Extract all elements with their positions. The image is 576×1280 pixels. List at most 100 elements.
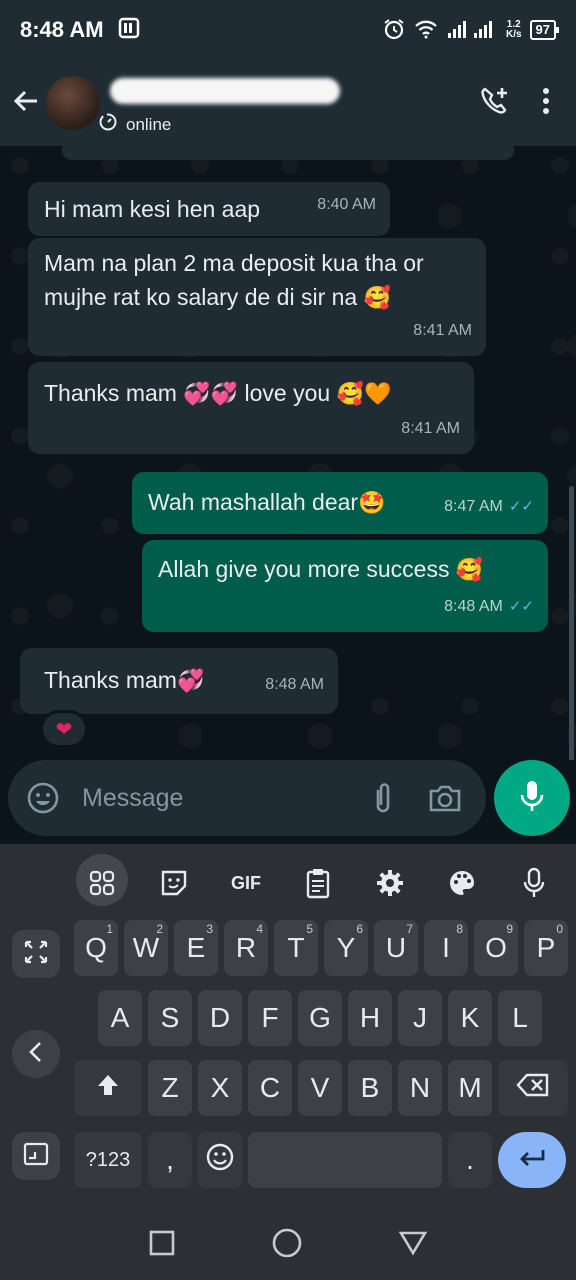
backspace-key[interactable] — [498, 1060, 568, 1116]
key-i[interactable]: I8 — [424, 920, 468, 976]
key-s[interactable]: S — [148, 990, 192, 1046]
key-hint: 5 — [306, 922, 313, 936]
gif-button[interactable]: GIF — [210, 855, 282, 911]
message-emoji: 💞💞 — [183, 382, 239, 407]
incoming-message[interactable]: Thanks mam💞 8:48 AM — [20, 648, 338, 714]
symbols-key[interactable]: ?123 — [74, 1132, 142, 1188]
chat-header: online — [0, 60, 576, 146]
theme-palette-icon[interactable] — [426, 855, 498, 911]
home-button[interactable] — [271, 1227, 303, 1264]
keyboard-float-button[interactable] — [12, 1132, 60, 1180]
nav-back-button[interactable] — [398, 1230, 428, 1261]
keyboard-mic-icon[interactable] — [498, 855, 570, 911]
key-l[interactable]: L — [498, 990, 542, 1046]
chat-scrollbar[interactable] — [569, 486, 574, 760]
add-call-icon[interactable] — [478, 85, 510, 122]
voice-message-button[interactable] — [494, 760, 570, 836]
keyboard-collapse-button[interactable] — [12, 1030, 60, 1078]
key-u[interactable]: U7 — [374, 920, 418, 976]
message-time: 8:48 AM — [444, 598, 503, 615]
chat-messages[interactable]: Hi mam kesi hen aap 8:40 AM Mam na plan … — [0, 146, 576, 760]
recent-apps-button[interactable] — [148, 1229, 176, 1262]
key-p[interactable]: P0 — [524, 920, 568, 976]
key-label: U — [385, 932, 407, 963]
key-q[interactable]: Q1 — [74, 920, 118, 976]
message-input-box[interactable]: Message — [8, 760, 486, 836]
key-label: E — [186, 932, 206, 963]
emoji-icon[interactable] — [18, 773, 68, 823]
shift-key[interactable] — [74, 1060, 142, 1116]
key-h[interactable]: H — [348, 990, 392, 1046]
settings-gear-icon[interactable] — [354, 855, 426, 911]
more-options-icon[interactable] — [542, 87, 550, 120]
keyboard-resize-button[interactable] — [12, 930, 60, 978]
back-button[interactable] — [0, 60, 52, 146]
key-c[interactable]: C — [248, 1060, 292, 1116]
key-z[interactable]: Z — [148, 1060, 192, 1116]
battery-indicator: 97 — [529, 20, 560, 40]
emoji-key[interactable] — [198, 1132, 242, 1188]
key-hint: 3 — [206, 922, 213, 936]
avatar[interactable] — [46, 76, 100, 130]
status-bar: 8:48 AM 1.2 K/s 97 — [0, 0, 576, 60]
period-key[interactable]: . — [448, 1132, 492, 1188]
sticker-icon[interactable] — [138, 855, 210, 911]
key-d[interactable]: D — [198, 990, 242, 1046]
enter-key[interactable] — [498, 1132, 566, 1188]
message-text: Thanks mam — [44, 667, 177, 693]
key-label: I — [442, 932, 450, 963]
key-t[interactable]: T5 — [274, 920, 318, 976]
message-time: 8:41 AM — [401, 420, 460, 437]
key-a[interactable]: A — [98, 990, 142, 1046]
message-emoji: 🥰 — [455, 558, 484, 583]
message-text: Thanks mam — [44, 380, 177, 406]
key-m[interactable]: M — [448, 1060, 492, 1116]
system-navigation-bar — [0, 1210, 576, 1280]
comma-key[interactable]: , — [148, 1132, 192, 1188]
message-input[interactable]: Message — [82, 784, 358, 813]
key-x[interactable]: X — [198, 1060, 242, 1116]
key-j[interactable]: J — [398, 990, 442, 1046]
expand-icon — [23, 939, 49, 970]
mic-icon — [518, 778, 546, 819]
key-w[interactable]: W2 — [124, 920, 168, 976]
reaction-heart[interactable]: ❤ — [40, 710, 88, 748]
key-g[interactable]: G — [298, 990, 342, 1046]
key-hint: 6 — [356, 922, 363, 936]
camera-icon[interactable] — [420, 773, 470, 823]
clipboard-icon[interactable] — [282, 855, 354, 911]
outgoing-message[interactable]: Wah mashallah dear🤩 8:47 AM ✓✓ — [132, 472, 548, 534]
apps-grid-icon[interactable] — [66, 855, 138, 911]
attach-icon[interactable] — [358, 773, 408, 823]
timer-icon — [98, 112, 118, 137]
space-bar[interactable] — [248, 1132, 442, 1188]
key-f[interactable]: F — [248, 990, 292, 1046]
notification-icon — [118, 17, 140, 44]
contact-info[interactable]: online — [99, 60, 350, 146]
key-label: T — [287, 932, 305, 963]
shift-arrow-icon — [95, 1072, 121, 1105]
key-label: O — [485, 932, 507, 963]
outgoing-message[interactable]: Allah give you more success 🥰 8:48 AM ✓✓ — [142, 540, 548, 632]
key-hint: 7 — [406, 922, 413, 936]
message-text: Wah mashallah dear — [148, 489, 359, 515]
key-k[interactable]: K — [448, 990, 492, 1046]
incoming-message[interactable]: Thanks mam 💞💞 love you 🥰🧡 8:41 AM — [28, 362, 474, 454]
clock: 8:48 AM — [20, 17, 104, 42]
key-v[interactable]: V — [298, 1060, 342, 1116]
key-e[interactable]: E3 — [174, 920, 218, 976]
key-n[interactable]: N — [398, 1060, 442, 1116]
signal-icon — [446, 19, 498, 42]
key-r[interactable]: R4 — [224, 920, 268, 976]
key-o[interactable]: O9 — [474, 920, 518, 976]
incoming-message[interactable]: Mam na plan 2 ma deposit kua tha or mujh… — [28, 238, 486, 356]
network-speed: 1.2 K/s — [506, 20, 522, 40]
key-label: R — [235, 932, 257, 963]
backspace-icon — [516, 1072, 550, 1104]
incoming-message[interactable]: Hi mam kesi hen aap 8:40 AM — [28, 182, 390, 236]
key-y[interactable]: Y6 — [324, 920, 368, 976]
float-keyboard-icon — [23, 1142, 49, 1171]
key-hint: 1 — [106, 922, 113, 936]
keyboard-toolbar: GIF — [0, 852, 576, 914]
key-b[interactable]: B — [348, 1060, 392, 1116]
